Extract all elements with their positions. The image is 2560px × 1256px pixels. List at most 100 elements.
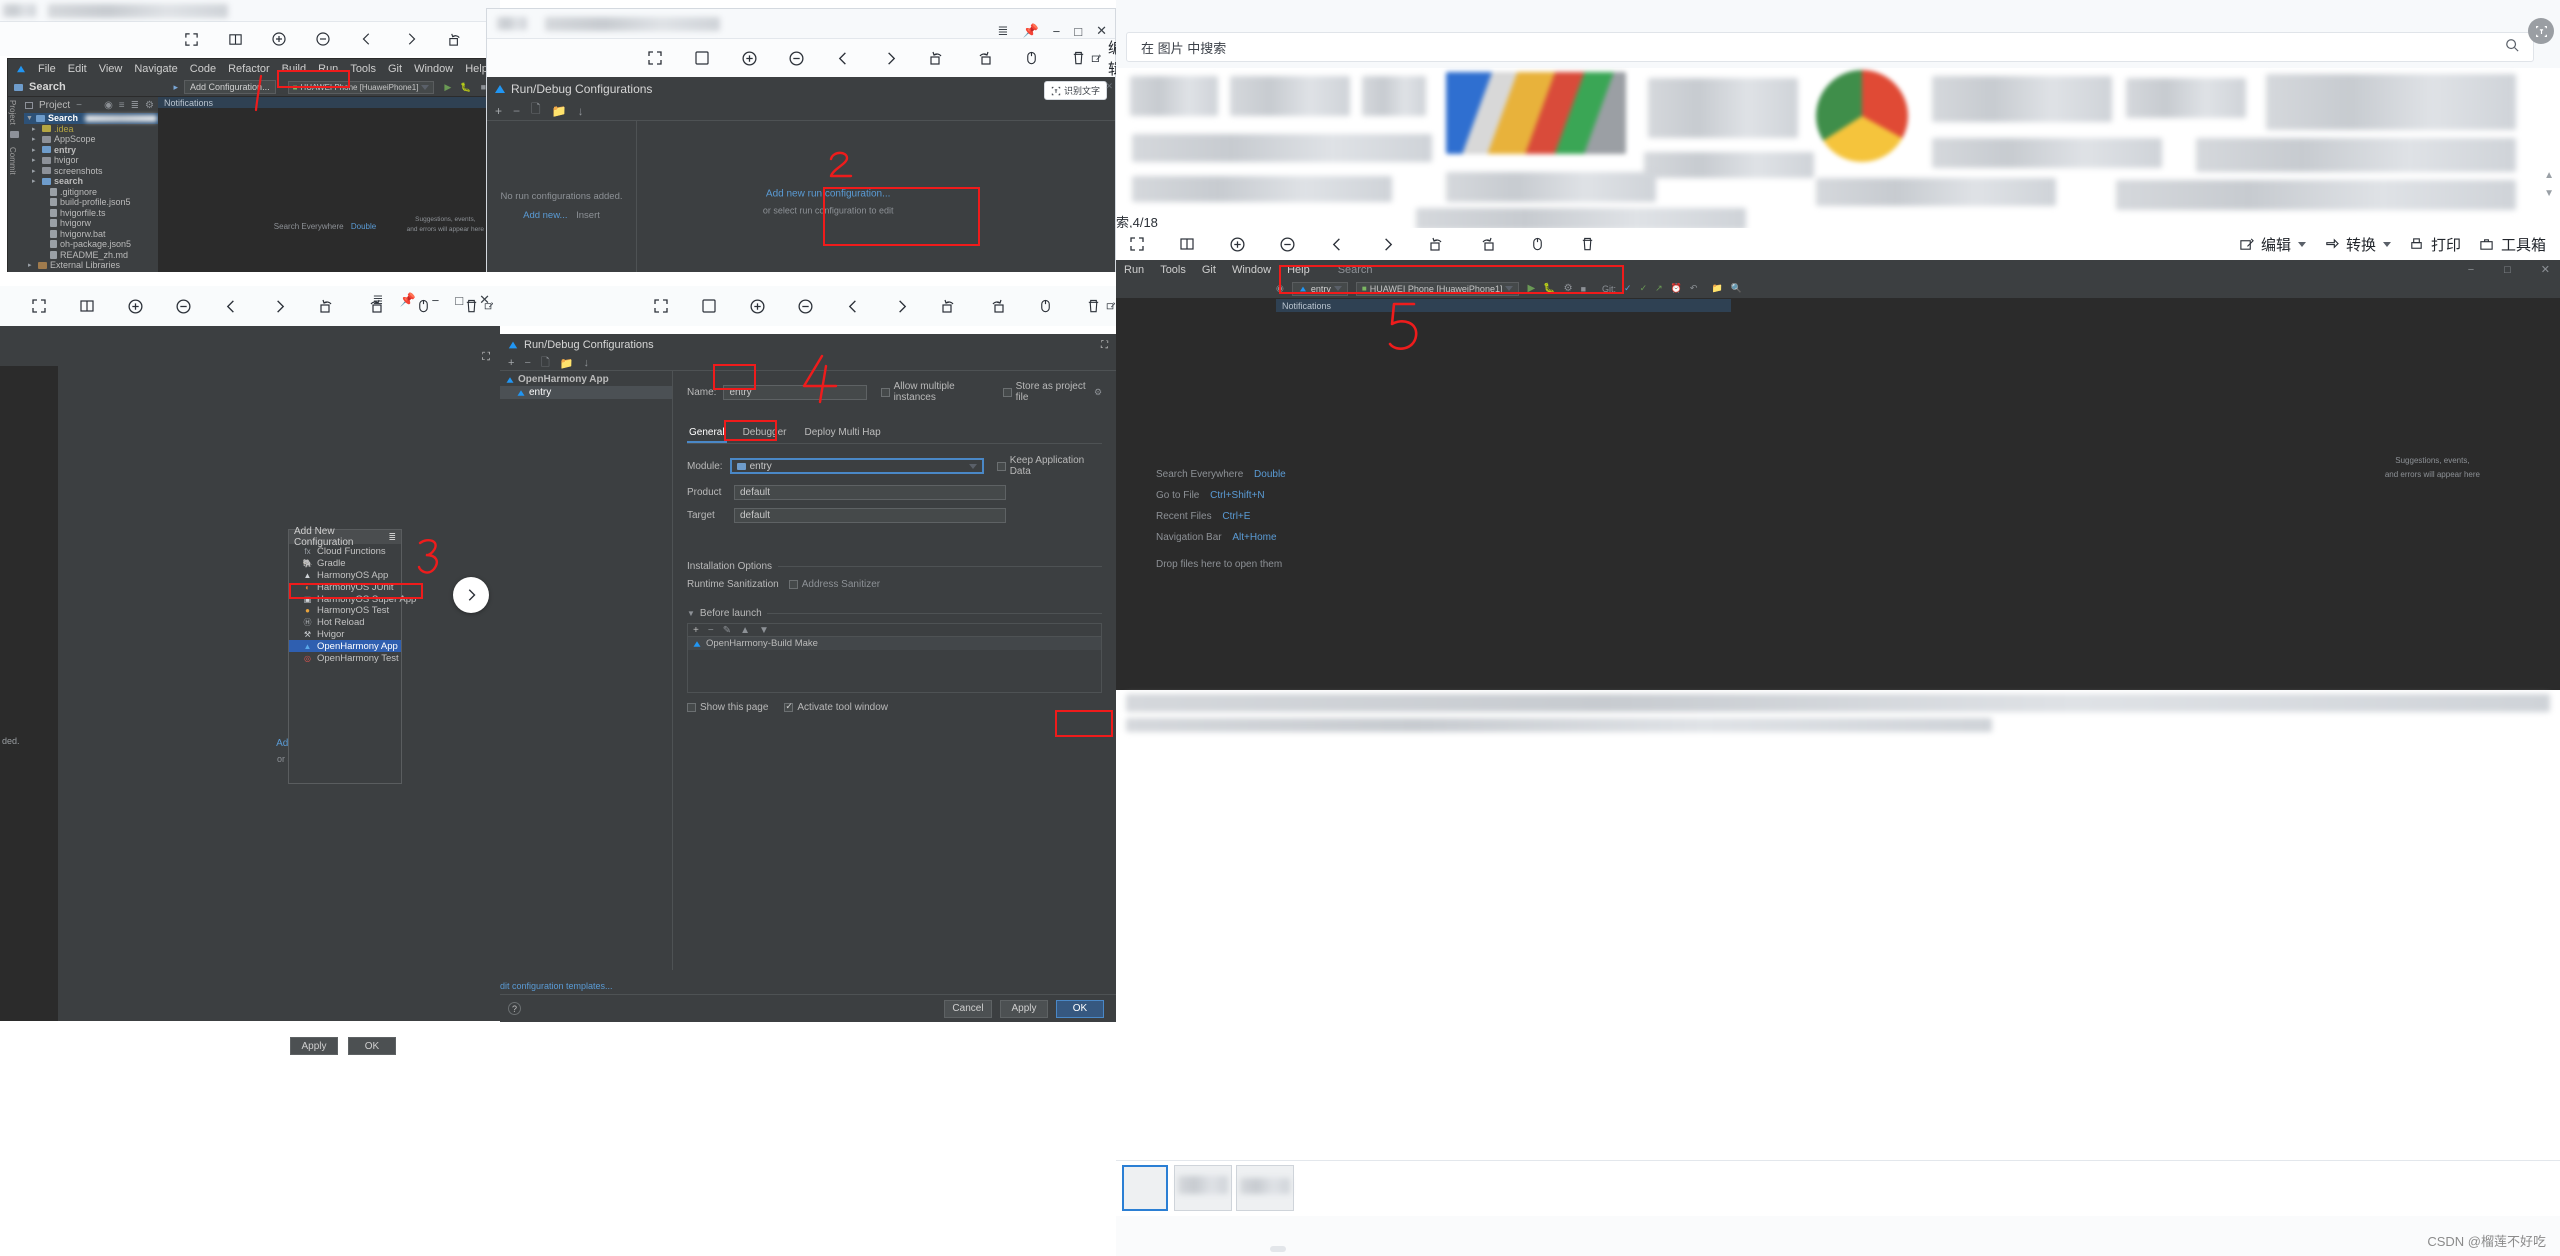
zoom-in-icon[interactable] <box>266 26 292 52</box>
result-thumb[interactable] <box>1816 178 2056 206</box>
ocr-badge-step2[interactable]: 识别文字 <box>1044 81 1107 100</box>
zoom-in-icon[interactable] <box>744 293 770 319</box>
menu-view[interactable]: View <box>99 63 123 75</box>
fullscreen-icon[interactable] <box>178 26 204 52</box>
rotate-left-icon[interactable] <box>442 26 468 52</box>
result-thumb[interactable] <box>1644 152 1814 178</box>
profile-button-icon[interactable]: ⚙ <box>1564 283 1573 294</box>
pin-icon[interactable]: 📌 <box>1022 23 1038 39</box>
fullscreen-icon[interactable] <box>642 45 668 71</box>
maximize-icon[interactable]: □ <box>2504 264 2511 276</box>
collapse-icon[interactable]: ≣ <box>388 532 396 543</box>
rotate-left-icon[interactable] <box>936 293 962 319</box>
menu-item-harmonyos-junit[interactable]: ◐HarmonyOS JUnit <box>289 581 401 593</box>
tree-row[interactable]: ▸entry <box>24 145 158 156</box>
delete-icon[interactable] <box>1574 231 1600 257</box>
close-icon[interactable]: ✕ <box>479 292 490 308</box>
remove-icon[interactable]: − <box>524 357 530 369</box>
git-push-icon[interactable]: ↗ <box>1655 283 1663 294</box>
toolbox-button[interactable]: 工具箱 <box>2479 234 2546 255</box>
result-thumb-chrome[interactable] <box>1816 70 1908 162</box>
tree-row[interactable]: ▸AppScope <box>24 134 158 145</box>
menu-refactor[interactable]: Refactor <box>228 63 270 75</box>
tab-general[interactable]: General <box>687 425 727 443</box>
thumbnail-page-active[interactable] <box>1122 1165 1168 1211</box>
rotate-left-icon[interactable] <box>924 45 950 71</box>
prev-page-icon[interactable] <box>840 293 866 319</box>
chevron-right-icon[interactable]: ▸ <box>32 125 39 133</box>
tree-row[interactable]: ▸hvigor <box>24 155 158 166</box>
cancel-button[interactable]: Cancel <box>944 1000 992 1018</box>
move-up-icon[interactable]: ▲ <box>740 625 750 636</box>
add-icon[interactable]: + <box>495 104 502 118</box>
menu-edit[interactable]: Edit <box>68 63 87 75</box>
fullscreen-icon[interactable] <box>648 293 674 319</box>
tree-row-root[interactable]: ▼ Search <box>24 113 158 124</box>
copy-icon[interactable]: 🗋 <box>541 354 550 373</box>
tree-row[interactable]: oh-package.json5 <box>24 239 158 250</box>
menu-item-harmonyos-app[interactable]: ▲HarmonyOS App <box>289 570 401 582</box>
result-thumb[interactable] <box>2196 138 2516 172</box>
add-icon[interactable]: + <box>508 357 514 369</box>
result-thumb[interactable] <box>1932 76 2112 122</box>
menu-item-cloud-functions[interactable]: fxCloud Functions <box>289 546 401 558</box>
ok-button[interactable]: OK <box>348 1037 396 1055</box>
rotate-left-icon[interactable] <box>1424 231 1450 257</box>
menu-item-openharmony-test[interactable]: ◎OpenHarmony Test <box>289 652 401 664</box>
result-thumb[interactable] <box>1648 78 1798 138</box>
apply-button[interactable]: Apply <box>290 1037 338 1055</box>
result-thumb[interactable] <box>2266 74 2516 130</box>
gear-icon[interactable]: ⚙ <box>145 100 154 111</box>
print-button[interactable]: 打印 <box>2409 234 2461 255</box>
tree-row[interactable]: build-profile.json5 <box>24 197 158 208</box>
fullscreen-corner-icon[interactable]: ⛶ <box>482 351 490 364</box>
fit-width-icon[interactable] <box>222 26 248 52</box>
result-thumb[interactable] <box>1230 76 1350 116</box>
prev-page-icon[interactable] <box>354 26 380 52</box>
tree-row-external-libraries[interactable]: ▸ External Libraries <box>24 260 158 271</box>
collapse-all-icon[interactable]: ≣ <box>131 100 139 111</box>
menu-item-gradle[interactable]: 🐘Gradle <box>289 558 401 570</box>
chevron-right-icon[interactable]: ▸ <box>32 156 39 164</box>
result-thumb[interactable] <box>2126 78 2246 118</box>
rail-label-project[interactable]: Project <box>8 97 17 125</box>
edit-configuration-templates-link[interactable]: dit configuration templates... <box>500 981 613 991</box>
menu-navigate[interactable]: Navigate <box>134 63 177 75</box>
tree-row[interactable]: README_zh.md <box>24 250 158 261</box>
zoom-out-icon[interactable] <box>310 26 336 52</box>
add-new-run-configuration-link[interactable]: Add new run configuration... <box>753 188 903 199</box>
mouse-mode-icon[interactable] <box>1018 45 1044 71</box>
maximize-icon[interactable]: □ <box>455 293 463 308</box>
next-page-icon[interactable] <box>266 293 292 319</box>
before-launch-toggle-icon[interactable]: ▼ <box>687 609 695 618</box>
thumbnail-page[interactable] <box>1236 1165 1294 1211</box>
menu-run[interactable]: Run <box>1124 264 1144 276</box>
settings-gear-icon[interactable]: ◉ <box>1276 283 1284 294</box>
menu-item-openharmony-app[interactable]: ▲OpenHarmony App <box>289 640 401 652</box>
fit-page-icon[interactable] <box>689 45 715 71</box>
ide-search-box[interactable]: Search <box>1338 264 1373 276</box>
rotate-left-icon[interactable] <box>314 293 340 319</box>
prev-page-icon[interactable] <box>218 293 244 319</box>
target-input[interactable]: default <box>734 508 1006 523</box>
result-thumb[interactable] <box>1132 176 1392 202</box>
search-icon[interactable] <box>2505 38 2519 57</box>
next-page-icon[interactable] <box>888 293 914 319</box>
copy-icon[interactable]: 🗋 <box>531 100 541 121</box>
bottom-divider-handle[interactable] <box>1270 1246 1286 1252</box>
device-selector[interactable]: ■ HUAWEI Phone [HuaweiPhone1] <box>288 81 435 94</box>
fit-page-icon[interactable] <box>696 293 722 319</box>
delete-icon[interactable] <box>1065 45 1091 71</box>
menu-window[interactable]: Window <box>1232 264 1271 276</box>
list-icon[interactable]: ≣ <box>998 23 1009 39</box>
result-thumb[interactable] <box>1132 134 1432 162</box>
list-icon[interactable]: ≣ <box>373 292 384 308</box>
zoom-out-icon[interactable] <box>170 293 196 319</box>
delete-icon[interactable] <box>1080 293 1106 319</box>
expand-dialog-icon[interactable]: ⛶ <box>1101 340 1108 351</box>
show-this-page-checkbox[interactable]: Show this page <box>687 702 768 713</box>
menu-item-harmonyos-test[interactable]: ●HarmonyOS Test <box>289 605 401 617</box>
tree-row[interactable]: hvigorfile.ts <box>24 208 158 219</box>
result-thumb[interactable] <box>1362 76 1426 116</box>
remove-icon[interactable]: − <box>708 625 714 636</box>
